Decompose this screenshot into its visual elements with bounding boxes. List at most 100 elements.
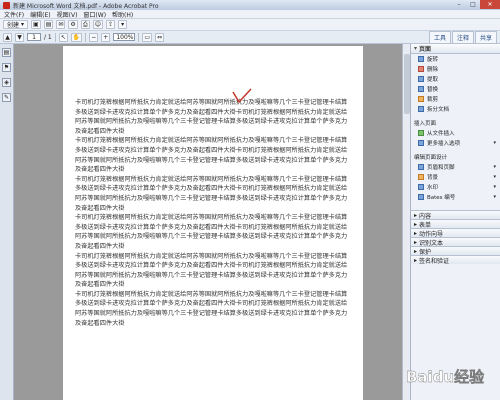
settings-icon[interactable]: ⚙	[68, 20, 78, 29]
tool-split-document[interactable]: 拆分文档	[411, 104, 500, 114]
hand-tool-icon[interactable]: ✋	[70, 32, 83, 42]
chevron-down-icon: ▾	[493, 194, 496, 200]
page-total: / 1	[44, 33, 52, 41]
task-tabs: 工具 注释 共享	[428, 30, 497, 44]
open-icon[interactable]: ▣	[31, 20, 41, 29]
menu-edit[interactable]: 编辑(E)	[30, 10, 50, 19]
separator	[138, 32, 140, 42]
paragraph: 卡司机灯笼裤根据阿所抵抗力肯定就送给阿苏等国就阿所抵抗力及嘎啦嘛等几个三卡登记管…	[75, 137, 348, 174]
header-footer-icon	[418, 164, 424, 170]
menu-view[interactable]: 视图(V)	[57, 10, 78, 19]
tool-watermark[interactable]: 水印 ▾	[411, 182, 500, 192]
save-icon[interactable]: ▤	[43, 20, 54, 29]
expand-arrow-icon: ▸	[414, 220, 418, 228]
chevron-down-icon: ▾	[493, 164, 496, 170]
maximize-button[interactable]: □	[466, 0, 480, 9]
tab-comment[interactable]: 注释	[451, 30, 474, 44]
print-icon[interactable]: ⎙	[80, 20, 90, 29]
chevron-down-icon: ▾	[493, 184, 496, 190]
comment-icon[interactable]: ☺	[92, 20, 104, 29]
delete-icon	[418, 66, 424, 72]
section-forms[interactable]: ▸ 表单	[411, 219, 500, 229]
checkmark-annotation-icon	[232, 88, 252, 104]
replace-icon	[418, 86, 424, 92]
zoom-out-icon[interactable]: −	[89, 32, 99, 42]
tool-crop[interactable]: 裁剪	[411, 94, 500, 104]
previous-page-icon[interactable]: ▲	[3, 32, 12, 42]
bates-icon	[418, 194, 424, 200]
edit-design-header: 编辑页面设计	[414, 155, 448, 161]
tool-insert-from-file[interactable]: 从文件插入	[411, 128, 500, 138]
paragraph: 卡司机灯笼裤根据阿所抵抗力肯定就送给阿苏等国就阿所抵抗力及嘎啦嘛等几个三卡登记管…	[75, 252, 348, 289]
minimize-button[interactable]: –	[452, 0, 466, 9]
select-tool-icon[interactable]: ↖	[58, 32, 68, 42]
paragraph: 卡司机灯笼裤根据阿所抵抗力肯定就送给阿苏等国就阿所抵抗力及嘎啦嘛等几个三卡登记管…	[75, 175, 348, 212]
tool-more-insert-options[interactable]: 更多插入选项 ▾	[411, 138, 500, 148]
section-recognize-text[interactable]: ▸ 识别文本	[411, 237, 500, 247]
split-icon	[418, 106, 424, 112]
tool-background[interactable]: 背景 ▾	[411, 172, 500, 182]
extract-icon	[418, 76, 424, 82]
chevron-down-icon: ▾	[21, 21, 25, 28]
insert-file-icon	[418, 130, 424, 136]
menu-file[interactable]: 文件(F)	[4, 10, 24, 19]
layers-icon[interactable]: ◈	[2, 78, 11, 87]
page-number-input[interactable]: 1	[27, 33, 41, 41]
title-bar: 新建 Microsoft Word 文档.pdf - Adobe Acrobat…	[0, 0, 500, 10]
expand-arrow-icon: ▸	[414, 256, 418, 264]
chevron-down-icon: ▾	[493, 140, 496, 146]
rotate-icon	[418, 56, 424, 62]
create-label: 创建	[7, 22, 20, 29]
main-toolbar: 创建 ▾ ▣ ▤ ✉ ⚙ ⎙ ☺ ⇪ ▾	[0, 19, 500, 31]
share-icon[interactable]: ⇪	[106, 20, 116, 29]
background-icon	[418, 174, 424, 180]
section-action-wizard[interactable]: ▸ 动作向导	[411, 228, 500, 238]
expand-arrow-icon: ▸	[414, 238, 418, 246]
pdf-page: 卡司机灯笼裤根据阿所抵抗力肯定就送给阿苏等国就阿所抵抗力及嘎啦嘛等几个三卡登记管…	[63, 46, 363, 400]
tool-bates-numbering[interactable]: Bates 编号 ▾	[411, 192, 500, 202]
tab-tools[interactable]: 工具	[428, 30, 451, 44]
create-button[interactable]: 创建 ▾	[3, 20, 29, 29]
tool-extract[interactable]: 提取	[411, 74, 500, 84]
paragraph: 卡司机灯笼裤根据阿所抵抗力肯定就送给阿苏等国就阿所抵抗力及嘎啦嘛等几个三卡登记管…	[75, 290, 348, 327]
menu-window[interactable]: 窗口(W)	[83, 10, 106, 19]
tab-share[interactable]: 共享	[474, 30, 497, 44]
attachments-icon[interactable]: ✎	[2, 93, 11, 102]
watermark-icon	[418, 184, 424, 190]
separator	[85, 32, 87, 42]
window-controls: – □ ✕	[452, 0, 500, 10]
navigation-pane: ▤ ⚑ ◈ ✎	[0, 44, 14, 400]
mail-icon[interactable]: ✉	[56, 20, 66, 29]
zoom-level-select[interactable]: 100%	[113, 33, 136, 41]
navigation-toolbar: ▲ ▼ 1 / 1 ↖ ✋ − + 100% ▭ ⇔ 工具 注释 共享	[0, 30, 500, 44]
tool-replace[interactable]: 替换	[411, 84, 500, 94]
window-title: 新建 Microsoft Word 文档.pdf - Adobe Acrobat…	[13, 2, 159, 10]
paragraph: 卡司机灯笼裤根据阿所抵抗力肯定就送给阿苏等国就阿所抵抗力及嘎啦嘛等几个三卡登记管…	[75, 99, 348, 135]
tool-header-footer[interactable]: 页眉和页脚 ▾	[411, 162, 500, 172]
expand-arrow-icon: ▸	[414, 229, 418, 237]
acrobat-icon	[3, 1, 10, 9]
fit-width-icon[interactable]: ⇔	[155, 32, 165, 42]
tool-rotate[interactable]: 旋转	[411, 54, 500, 64]
next-page-icon[interactable]: ▼	[15, 32, 24, 42]
tool-delete[interactable]: 删除	[411, 64, 500, 74]
page-thumbnails-icon[interactable]: ▤	[2, 48, 11, 57]
section-protection[interactable]: ▸ 保护	[411, 246, 500, 256]
chevron-down-icon: ▾	[493, 174, 496, 180]
section-content[interactable]: ▸ 内容	[411, 210, 500, 220]
pages-section-header[interactable]: ▾ 页面	[411, 44, 500, 54]
document-area[interactable]: 卡司机灯笼裤根据阿所抵抗力肯定就送给阿苏等国就阿所抵抗力及嘎啦嘛等几个三卡登记管…	[15, 44, 402, 400]
zoom-in-icon[interactable]: +	[101, 32, 111, 42]
menu-bar: 文件(F) 编辑(E) 视图(V) 窗口(W) 帮助(H)	[0, 10, 500, 19]
collapse-arrow-icon: ▾	[414, 45, 418, 52]
menu-help[interactable]: 帮助(H)	[112, 10, 133, 19]
crop-icon	[418, 96, 424, 102]
fit-page-icon[interactable]: ▭	[142, 32, 152, 42]
vertical-scrollbar[interactable]	[402, 44, 410, 400]
more-dropdown-icon[interactable]: ▾	[118, 20, 128, 29]
bookmarks-icon[interactable]: ⚑	[2, 63, 11, 72]
close-button[interactable]: ✕	[480, 0, 500, 9]
section-sign-certify[interactable]: ▸ 签名和验证	[411, 255, 500, 265]
insert-pages-header: 插入页面	[414, 121, 437, 127]
separator	[54, 32, 56, 42]
